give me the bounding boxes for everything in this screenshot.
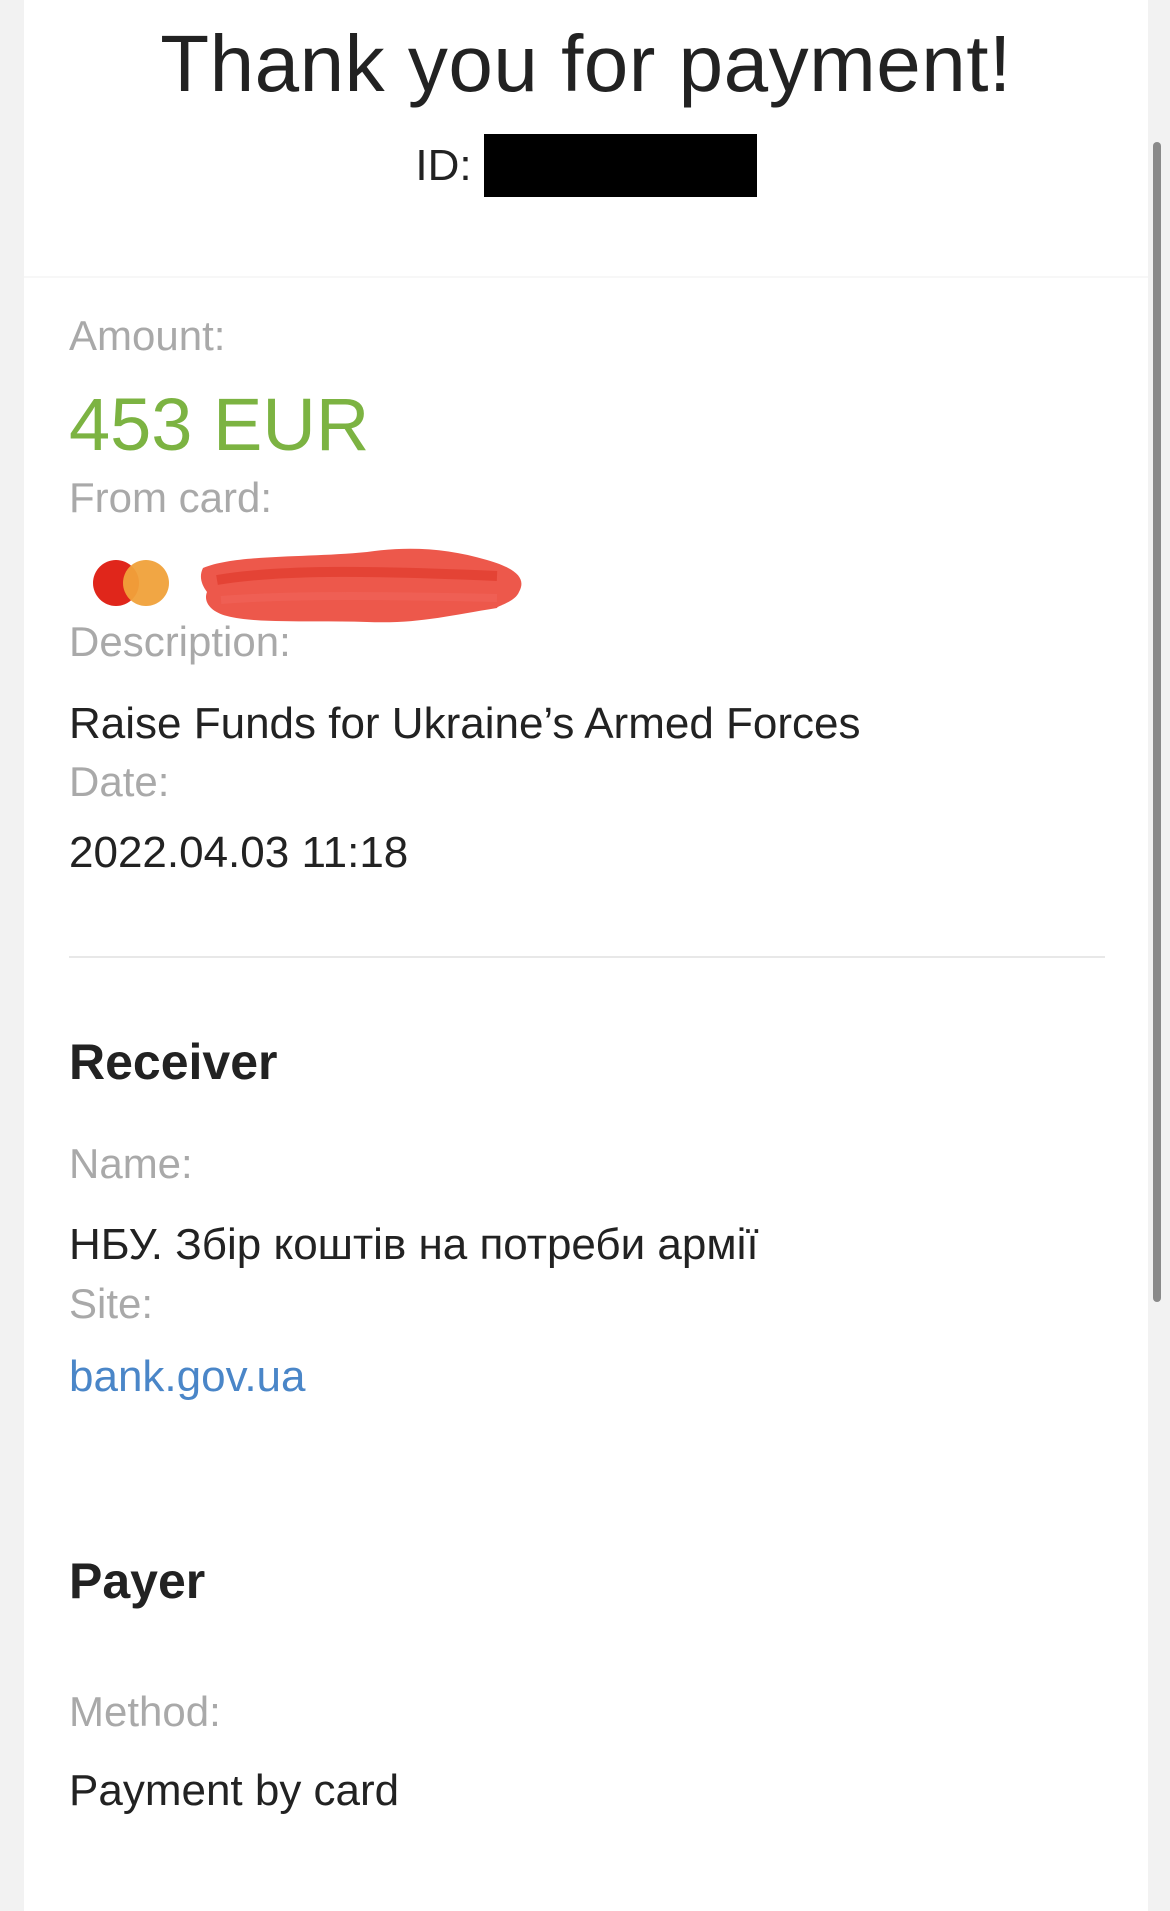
receipt-page: Thank you for payment! ID: Amount: 453 E… xyxy=(24,0,1148,1911)
payer-method-label: Method: xyxy=(69,1688,221,1735)
transaction-id-label: ID: xyxy=(415,140,472,190)
receiver-section-title: Receiver xyxy=(69,1034,278,1090)
description-value: Raise Funds for Ukraine’s Armed Forces xyxy=(69,699,861,748)
card-info-row xyxy=(45,540,522,630)
section-divider xyxy=(69,956,1105,958)
date-value: 2022.04.03 11:18 xyxy=(69,828,409,877)
receiver-name-value: НБУ. Збір коштів на потреби армії xyxy=(69,1220,759,1269)
payer-method-value: Payment by card xyxy=(69,1766,400,1815)
amount-value: 453 EUR xyxy=(69,383,370,466)
mastercard-icon xyxy=(93,558,169,608)
vertical-scrollbar[interactable] xyxy=(1153,142,1161,1302)
transaction-id-redaction xyxy=(483,134,757,197)
transaction-id-row: ID: xyxy=(24,134,1148,197)
receiver-site-label: Site: xyxy=(69,1280,154,1327)
receipt-header: Thank you for payment! ID: xyxy=(24,0,1148,278)
card-number-redaction xyxy=(200,548,522,623)
payer-section-title: Payer xyxy=(69,1553,206,1609)
date-label: Date: xyxy=(69,758,170,805)
receiver-name-label: Name: xyxy=(69,1140,193,1187)
from-card-label: From card: xyxy=(69,474,273,521)
amount-label: Amount: xyxy=(69,312,226,359)
receiver-site-link[interactable]: bank.gov.ua xyxy=(69,1352,305,1402)
description-label: Description: xyxy=(69,618,291,665)
page-title: Thank you for payment! xyxy=(160,19,1012,108)
